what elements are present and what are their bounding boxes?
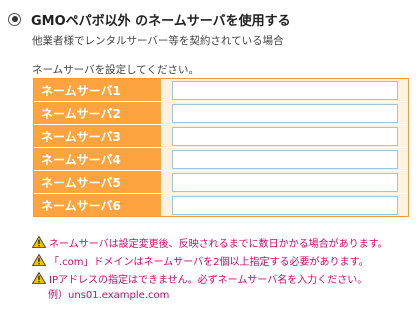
nameserver-input-cell (162, 102, 408, 125)
notes: ネームサーバは設定変更後、反映されるまでに数日かかる場合があります。 「.com… (32, 233, 388, 305)
nameserver-input-cell (162, 79, 408, 102)
nameserver-row: ネームサーバ6 (34, 194, 408, 216)
warning-triangle-icon (32, 236, 46, 248)
note-item: IPアドレスの指定はできません。必ずネームサーバ名を入力ください。 (32, 269, 388, 287)
note-item: 「.com」ドメインはネームサーバを2個以上指定する必要があります。 (32, 251, 388, 269)
nameserver-4-input[interactable] (172, 149, 398, 169)
nameserver-6-input[interactable] (172, 195, 398, 215)
nameserver-row: ネームサーバ4 (34, 148, 408, 171)
radio-button[interactable] (8, 12, 21, 26)
nameserver-table: ネームサーバ1 ネームサーバ2 ネームサーバ3 ネームサーバ4 ネームサーバ5 … (33, 78, 409, 217)
nameserver-option[interactable]: GMOペパボ以外 のネームサーバを使用する (8, 8, 291, 30)
warning-triangle-icon (32, 272, 46, 284)
nameserver-input-cell (162, 125, 408, 148)
nameserver-label: ネームサーバ3 (34, 125, 162, 148)
option-title: GMOペパボ以外 のネームサーバを使用する (31, 13, 291, 29)
nameserver-row: ネームサーバ5 (34, 171, 408, 194)
nameserver-2-input[interactable] (172, 103, 398, 123)
nameserver-label: ネームサーバ2 (34, 102, 162, 125)
nameserver-label: ネームサーバ6 (34, 194, 162, 216)
note-item: ネームサーバは設定変更後、反映されるまでに数日かかる場合があります。 (32, 233, 388, 251)
instruction-text: ネームサーバを設定してください。 (32, 64, 199, 76)
option-subtitle: 他業者様でレンタルサーバー等を契約されている場合 (32, 35, 284, 47)
example-text: 例）uns01.example.com (48, 290, 170, 301)
nameserver-input-cell (162, 171, 408, 194)
nameserver-input-cell (162, 148, 408, 171)
note-text: IPアドレスの指定はできません。必ずネームサーバ名を入力ください。 (49, 274, 368, 286)
radio-selected-dot (11, 16, 18, 22)
nameserver-1-input[interactable] (172, 80, 398, 100)
nameserver-label: ネームサーバ5 (34, 171, 162, 194)
nameserver-label: ネームサーバ1 (34, 79, 162, 102)
note-text: 「.com」ドメインはネームサーバを2個以上指定する必要があります。 (49, 256, 369, 268)
nameserver-row: ネームサーバ2 (34, 102, 408, 125)
nameserver-input-cell (162, 194, 408, 216)
note-text: ネームサーバは設定変更後、反映されるまでに数日かかる場合があります。 (49, 238, 388, 250)
nameserver-5-input[interactable] (172, 172, 398, 192)
warning-triangle-icon (32, 254, 46, 266)
nameserver-3-input[interactable] (172, 126, 398, 146)
nameserver-row: ネームサーバ3 (34, 125, 408, 148)
nameserver-label: ネームサーバ4 (34, 148, 162, 171)
nameserver-row: ネームサーバ1 (34, 79, 408, 102)
